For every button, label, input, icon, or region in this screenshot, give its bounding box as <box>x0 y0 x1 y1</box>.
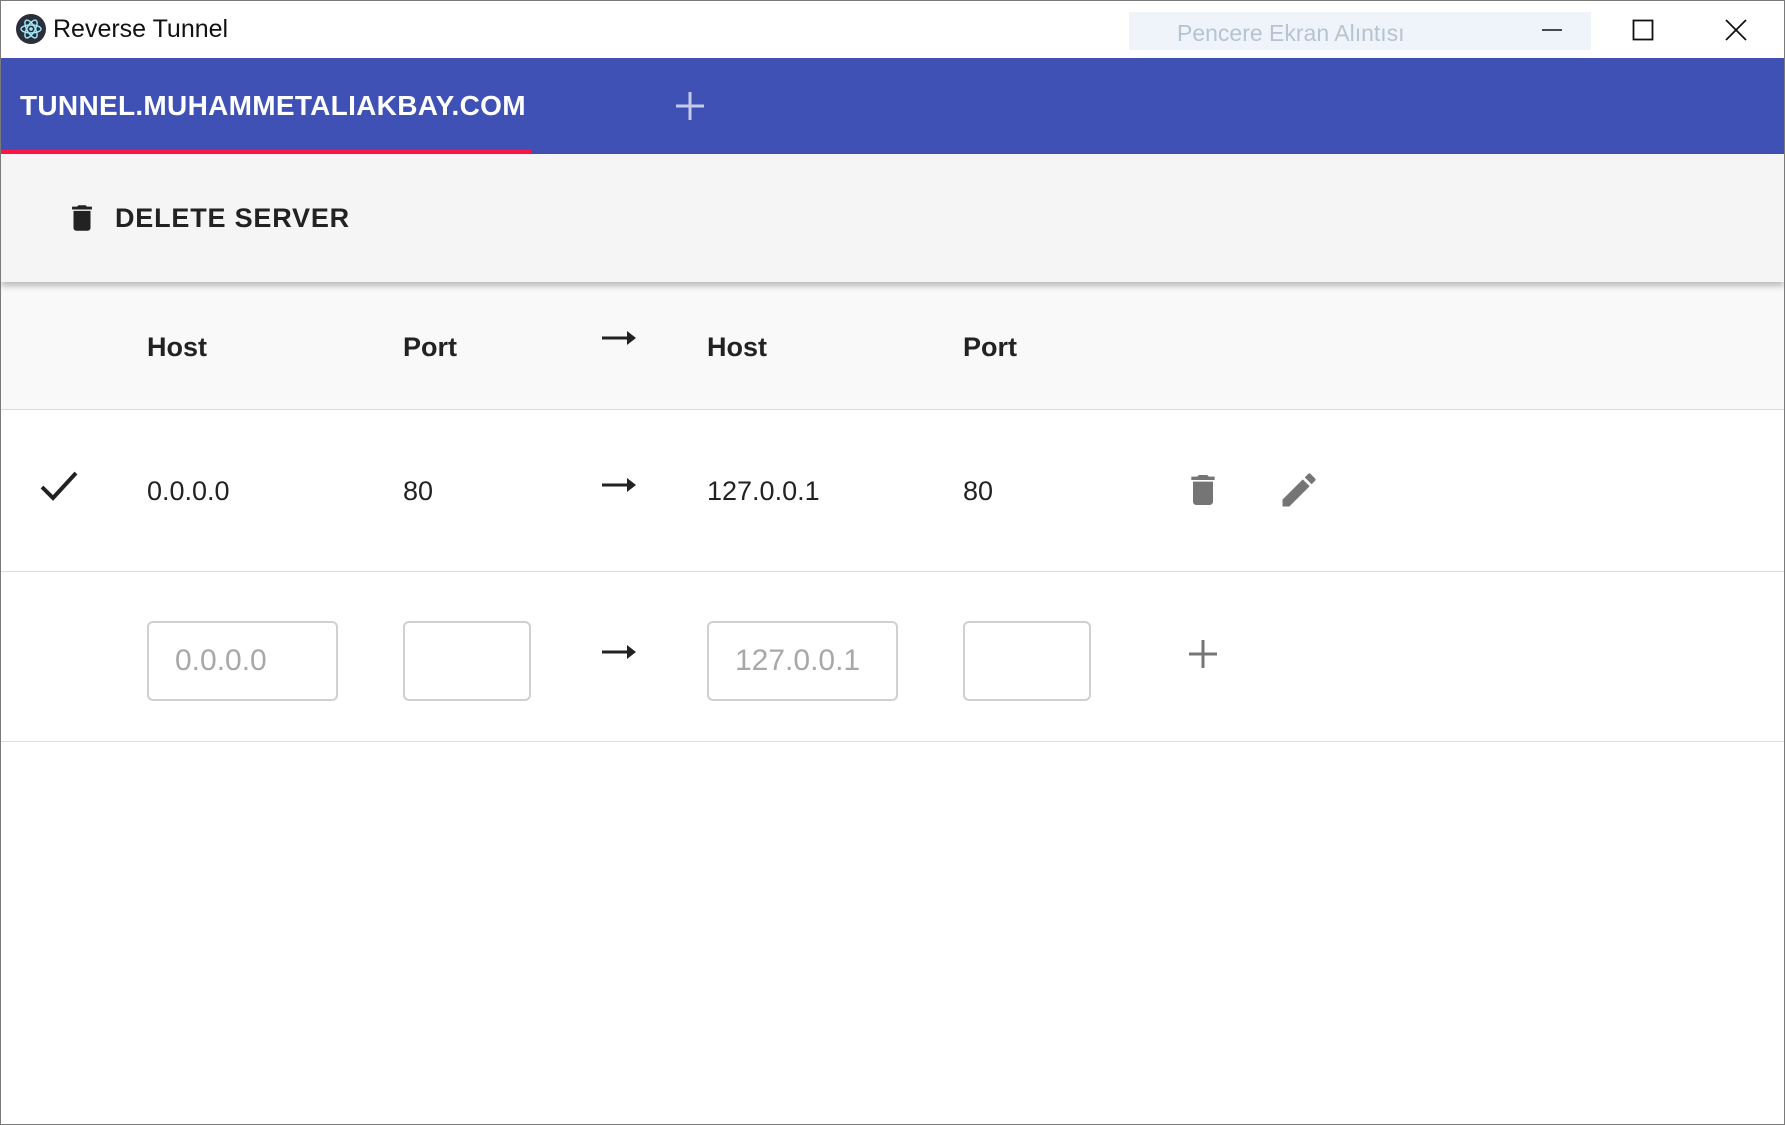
close-icon <box>1725 18 1747 41</box>
delete-server-label: DELETE SERVER <box>115 202 350 233</box>
add-server-tab-button[interactable] <box>665 76 715 136</box>
tab-server-label: TUNNEL.MUHAMMETALIAKBAY.COM <box>20 90 526 121</box>
header-remote-host: Host <box>147 332 207 362</box>
maximize-icon <box>1632 19 1654 40</box>
server-toolbar: DELETE SERVER <box>1 154 1784 282</box>
cell-remote-port: 80 <box>403 476 434 506</box>
remote-port-input[interactable] <box>403 621 531 701</box>
delete-server-button[interactable]: DELETE SERVER <box>51 184 351 252</box>
header-remote-port: Port <box>403 332 457 362</box>
close-button[interactable] <box>1691 1 1781 58</box>
minimize-button[interactable] <box>1507 1 1597 58</box>
header-local-port: Port <box>963 332 1017 362</box>
tab-server[interactable]: TUNNEL.MUHAMMETALIAKBAY.COM <box>1 58 531 154</box>
table-row: 0.0.0.0 80 127.0.0.1 80 <box>1 410 1784 572</box>
add-tunnel-button[interactable] <box>1181 632 1225 676</box>
snipping-overlay-label: Pencere Ekran Alıntısı <box>1177 20 1405 46</box>
cell-local-port: 80 <box>963 476 994 506</box>
minimize-icon <box>1542 28 1562 31</box>
local-host-input[interactable] <box>707 621 898 701</box>
arrow-right-icon <box>602 478 636 492</box>
new-tunnel-row <box>1 572 1784 742</box>
plus-icon <box>676 92 704 120</box>
trash-icon <box>72 205 92 231</box>
local-port-input[interactable] <box>963 621 1091 701</box>
maximize-button[interactable] <box>1598 1 1688 58</box>
server-tabs-bar: TUNNEL.MUHAMMETALIAKBAY.COM <box>1 58 1784 154</box>
arrow-right-icon <box>602 331 636 345</box>
cell-local-host: 127.0.0.1 <box>707 476 820 506</box>
plus-icon <box>1189 640 1217 668</box>
check-icon <box>40 471 78 501</box>
title-bar: Reverse Tunnel Pencere Ekran Alıntısı <box>1 1 1784 58</box>
delete-tunnel-button[interactable] <box>1183 468 1223 512</box>
remote-host-input[interactable] <box>147 621 338 701</box>
edit-tunnel-button[interactable] <box>1277 468 1321 512</box>
app-window: Reverse Tunnel Pencere Ekran Alıntısı TU… <box>0 0 1785 1125</box>
arrow-right-icon <box>602 645 636 659</box>
electron-atom-icon <box>16 14 46 44</box>
cell-remote-host: 0.0.0.0 <box>147 476 230 506</box>
header-local-host: Host <box>707 332 767 362</box>
tunnel-table-header: Host Port Host Port <box>1 282 1784 410</box>
window-title: Reverse Tunnel <box>53 15 229 43</box>
